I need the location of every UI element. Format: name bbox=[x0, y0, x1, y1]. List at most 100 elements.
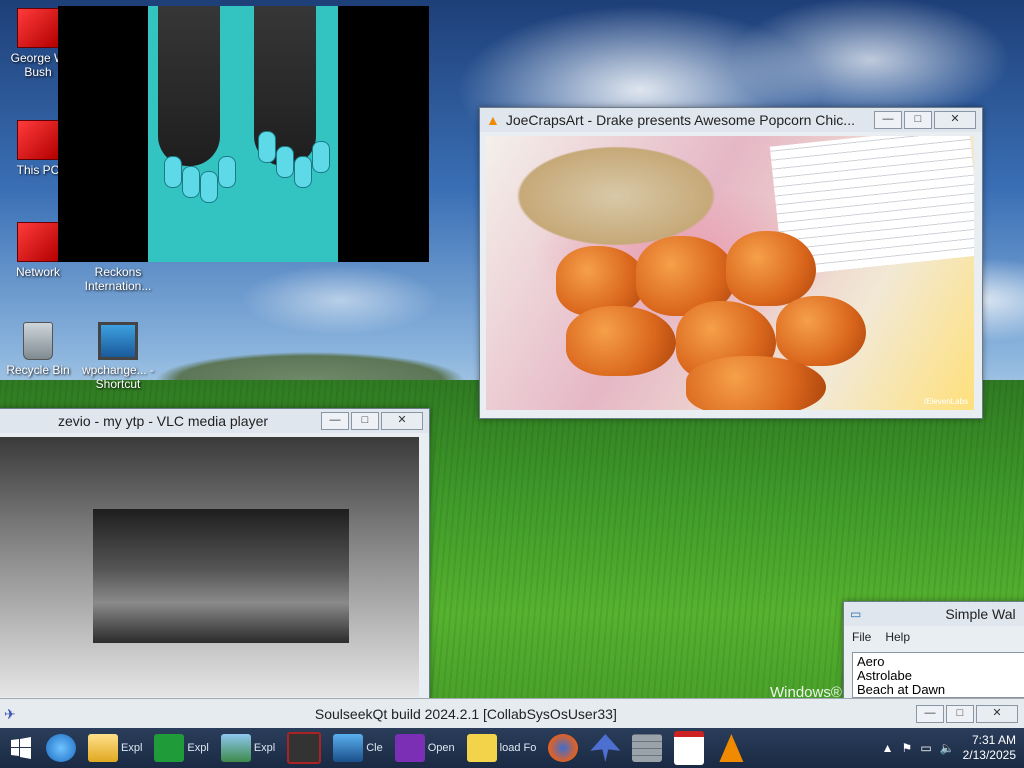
nugget-image bbox=[566, 306, 676, 376]
store-icon bbox=[154, 734, 185, 762]
paws-video-window[interactable] bbox=[58, 6, 429, 262]
monitor-icon bbox=[333, 734, 364, 762]
close-button[interactable]: ✕ bbox=[381, 412, 423, 430]
paw-left bbox=[158, 6, 220, 166]
clock-date: 2/13/2025 bbox=[962, 748, 1016, 762]
system-tray: ▲ ⚑ ▭ 🔈 7:31 AM 2/13/2025 bbox=[882, 733, 1024, 763]
taskbar-item-wall[interactable] bbox=[628, 730, 666, 766]
windows-logo-icon bbox=[11, 737, 31, 759]
vlc-cone-icon bbox=[719, 734, 744, 762]
video-watermark: /ElevenLabs bbox=[923, 397, 968, 406]
taskbar-label: load Fo bbox=[499, 742, 537, 754]
taskbar-label: Expl bbox=[121, 742, 143, 754]
window-title: Simple Wal bbox=[945, 606, 1016, 622]
magnifier-icon bbox=[394, 734, 425, 762]
list-item[interactable]: Astrolabe bbox=[857, 669, 1024, 683]
taskbar-item-firefox[interactable] bbox=[544, 730, 582, 766]
computer-icon bbox=[17, 120, 59, 160]
network-icon bbox=[17, 222, 59, 262]
nugget-image bbox=[726, 231, 816, 306]
taskbar: Expl Expl Expl Cle Open load Fo ▲ ⚑ ▭ 🔈 … bbox=[0, 728, 1024, 768]
bird-icon bbox=[590, 734, 621, 762]
vlc-window[interactable]: zevio - my ytp - VLC media player — □ ✕ bbox=[0, 408, 430, 702]
desktop-icon-label: Recycle Bin bbox=[6, 363, 70, 377]
maximize-button[interactable]: □ bbox=[351, 412, 379, 430]
close-button[interactable]: ✕ bbox=[934, 111, 976, 129]
desktop-icon-label: wpchange... - Shortcut bbox=[81, 363, 155, 391]
taskbar-item-bird[interactable] bbox=[586, 730, 624, 766]
desktop-icon-wpchange-shortcut[interactable]: wpchange... - Shortcut bbox=[78, 322, 158, 391]
minimize-button[interactable]: — bbox=[916, 705, 944, 723]
taskbar-item-media[interactable] bbox=[283, 730, 325, 766]
taskbar-item-explorer[interactable]: Expl bbox=[84, 730, 146, 766]
maximize-button[interactable]: □ bbox=[904, 111, 932, 129]
app-monitor-icon: ▭ bbox=[850, 607, 862, 621]
desktop-icon-recycle-bin[interactable]: Recycle Bin bbox=[0, 322, 76, 377]
internet-explorer-icon bbox=[46, 734, 76, 762]
menu-help[interactable]: Help bbox=[885, 630, 910, 644]
menu-bar: File Help bbox=[844, 626, 1024, 648]
window-title: SoulseekQt build 2024.2.1 [CollabSysOsUs… bbox=[314, 706, 617, 722]
video-frame bbox=[0, 437, 419, 697]
taskbar-item-store[interactable]: Expl bbox=[150, 730, 212, 766]
show-hidden-icons-icon[interactable]: ▲ bbox=[882, 741, 894, 755]
taskbar-item-calendar[interactable] bbox=[670, 730, 708, 766]
taskbar-label: Cle bbox=[366, 742, 383, 754]
paw-pad bbox=[258, 131, 276, 163]
paw-pad bbox=[164, 156, 182, 188]
clock[interactable]: 7:31 AM 2/13/2025 bbox=[963, 733, 1016, 763]
paw-pad bbox=[276, 146, 294, 178]
calendar-icon bbox=[674, 731, 705, 765]
minimize-button[interactable]: — bbox=[321, 412, 349, 430]
minimize-button[interactable]: — bbox=[874, 111, 902, 129]
clock-time: 7:31 AM bbox=[971, 733, 1016, 747]
taskbar-item-cleanup[interactable]: Cle bbox=[329, 730, 387, 766]
red-folder-icon bbox=[17, 8, 59, 48]
titlebar[interactable]: zevio - my ytp - VLC media player — □ ✕ bbox=[0, 409, 429, 433]
paw-pad bbox=[200, 171, 218, 203]
taskbar-label: Expl bbox=[187, 742, 209, 754]
close-button[interactable]: ✕ bbox=[976, 705, 1018, 723]
wallpaper-listbox[interactable]: Aero Astrolabe Beach at Dawn bbox=[852, 652, 1024, 698]
paw-pad bbox=[218, 156, 236, 188]
menu-file[interactable]: File bbox=[852, 630, 871, 644]
taskbar-item-help[interactable]: load Fo bbox=[463, 730, 541, 766]
desktop-icon-label: Reckons Internation... bbox=[84, 265, 152, 293]
taskbar-item-landscape[interactable]: Expl bbox=[217, 730, 279, 766]
soulseek-bird-icon: ✈ bbox=[4, 705, 16, 722]
flag-icon[interactable]: ⚑ bbox=[902, 741, 913, 755]
nugget-image bbox=[556, 246, 646, 316]
firefox-icon bbox=[548, 734, 579, 762]
taskbar-label: Open bbox=[427, 742, 455, 754]
titlebar[interactable]: ▭ Simple Wal bbox=[844, 602, 1024, 626]
monitor-icon bbox=[98, 322, 138, 360]
simple-wallpaper-window[interactable]: ▭ Simple Wal File Help Aero Astrolabe Be… bbox=[843, 601, 1024, 703]
taskbar-item-ie[interactable] bbox=[42, 730, 80, 766]
soulseek-window-titlebar[interactable]: ✈ SoulseekQt build 2024.2.1 [CollabSysOs… bbox=[0, 698, 1024, 729]
titlebar[interactable]: ▲ JoeCrapsArt - Drake presents Awesome P… bbox=[480, 108, 982, 132]
taskbar-label: Expl bbox=[253, 742, 276, 754]
maximize-button[interactable]: □ bbox=[946, 705, 974, 723]
wall-icon bbox=[632, 734, 663, 762]
blurred-face-box bbox=[93, 509, 349, 643]
window-title: JoeCrapsArt - Drake presents Awesome Pop… bbox=[505, 112, 855, 128]
paw-pad bbox=[182, 166, 200, 198]
folder-icon bbox=[88, 734, 118, 762]
recycle-bin-icon bbox=[23, 322, 53, 360]
landscape-icon bbox=[220, 734, 251, 762]
taskbar-item-vlc[interactable] bbox=[712, 730, 750, 766]
volume-icon[interactable]: 🔈 bbox=[940, 741, 955, 755]
paw-pad bbox=[294, 156, 312, 188]
monitor-icon[interactable]: ▭ bbox=[920, 741, 931, 755]
list-item[interactable]: Aero bbox=[857, 655, 1024, 669]
nugget-image bbox=[776, 296, 866, 366]
food-video-window[interactable]: ▲ JoeCrapsArt - Drake presents Awesome P… bbox=[479, 107, 983, 419]
taskbar-item-magnifier[interactable]: Open bbox=[391, 730, 459, 766]
help-icon bbox=[466, 734, 497, 762]
window-title: zevio - my ytp - VLC media player bbox=[57, 413, 269, 429]
video-frame: /ElevenLabs bbox=[486, 136, 974, 410]
list-item[interactable]: Beach at Dawn bbox=[857, 683, 1024, 697]
media-player-icon bbox=[287, 732, 322, 764]
vlc-cone-icon: ▲ bbox=[486, 112, 500, 128]
start-button[interactable] bbox=[0, 728, 42, 768]
